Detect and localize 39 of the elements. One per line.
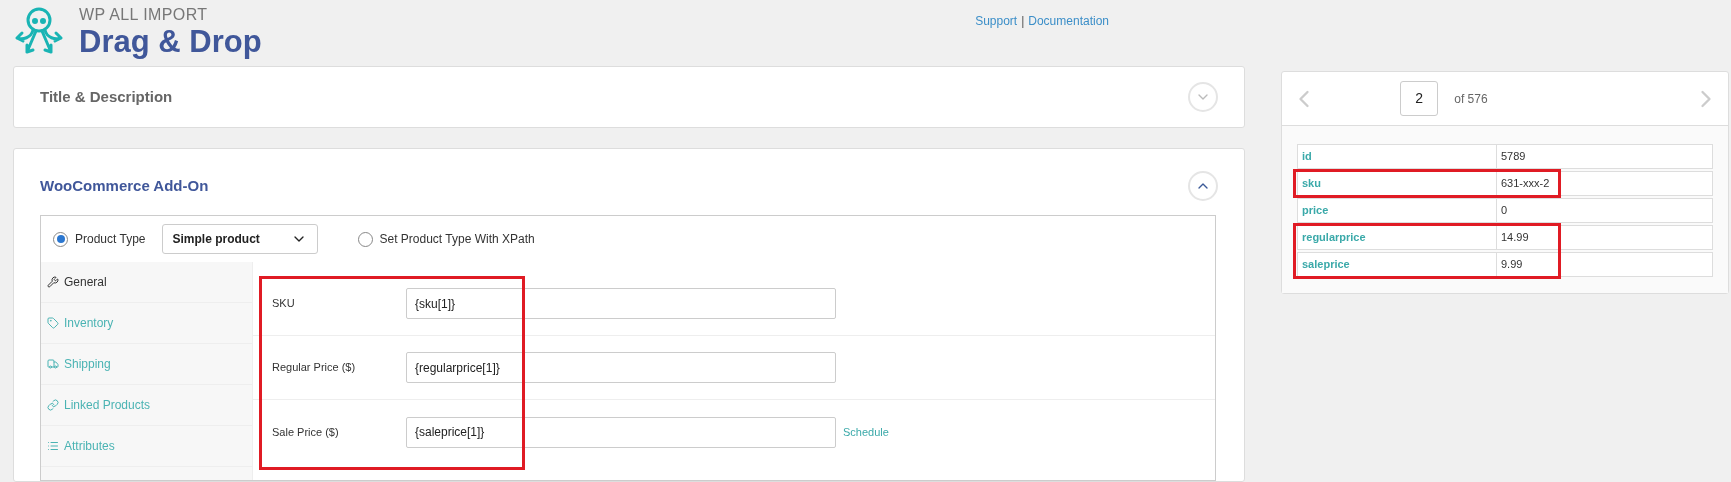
page-number-field[interactable]: 2: [1400, 81, 1439, 116]
text-input[interactable]: {regularprice[1]}: [406, 352, 836, 383]
text-input[interactable]: {sku[1]}: [406, 288, 836, 319]
field-key-cell: saleprice: [1298, 253, 1497, 276]
radio-label: Set Product Type With XPath: [379, 231, 535, 248]
octopus-logo-icon: [13, 6, 65, 56]
documentation-link[interactable]: Documentation: [1028, 12, 1109, 30]
brand-subtitle: WP ALL IMPORT: [79, 6, 209, 24]
field-value-cell-text: 0: [1500, 203, 1509, 219]
product-type-select[interactable]: Simple product: [161, 224, 318, 254]
expand-button[interactable]: [1188, 82, 1218, 112]
link-separator: |: [1021, 13, 1025, 30]
tag-icon: [47, 317, 59, 329]
field-value-cell-text: 5789: [1500, 149, 1527, 165]
field-value-cell-text: 14.99: [1500, 230, 1530, 246]
list-icon: [47, 440, 59, 452]
field-label: SKU: [272, 296, 296, 312]
truck-icon: [47, 358, 59, 370]
brand-title: Drag & Drop: [79, 24, 262, 60]
wrench-icon: [47, 276, 59, 288]
schedule-link[interactable]: Schedule: [843, 423, 889, 441]
field-key-cell: id: [1298, 145, 1497, 168]
link-icon: [47, 399, 59, 411]
radio-button[interactable]: [357, 231, 373, 247]
section-title: Title & Description: [40, 86, 173, 107]
field-label: Regular Price ($): [272, 360, 357, 376]
support-link[interactable]: Support: [975, 12, 1018, 30]
text-input[interactable]: {saleprice[1]}: [406, 416, 836, 448]
page-count: of 576: [1454, 90, 1488, 108]
collapse-button[interactable]: [1188, 171, 1218, 201]
section-title: WooCommerce Add-On: [40, 175, 209, 196]
field-key-cell: sku: [1298, 172, 1497, 195]
field-key-cell: regularprice: [1298, 226, 1497, 249]
field-value-cell-text: 9.99: [1500, 257, 1524, 273]
field-value-cell-text: 631-xxx-2: [1500, 176, 1551, 192]
field-key-cell: price: [1298, 199, 1497, 222]
radio-label: Product Type: [75, 231, 146, 248]
field-label: Sale Price ($): [272, 424, 340, 440]
radio-button[interactable]: [53, 231, 68, 247]
